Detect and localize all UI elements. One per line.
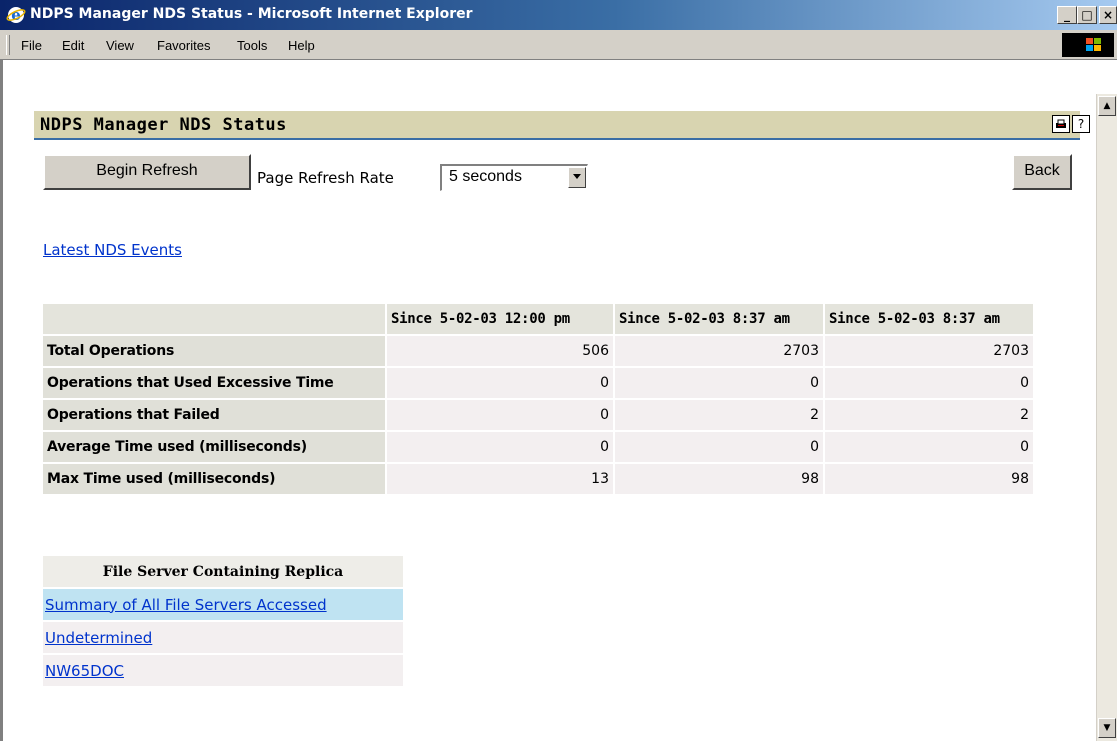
row-label: Total Operations — [43, 336, 385, 366]
latest-nds-events-link[interactable]: Latest NDS Events — [43, 241, 182, 259]
table-cell: 13 — [387, 464, 613, 494]
minimize-button[interactable]: _ — [1057, 6, 1077, 24]
table-cell: 0 — [615, 432, 823, 462]
column-header: Since 5-02-03 12:00 pm — [387, 304, 613, 334]
table-row: Total Operations 506 2703 2703 — [43, 336, 1033, 366]
menu-favorites[interactable]: Favorites — [157, 38, 210, 53]
refresh-rate-value: 5 seconds — [449, 168, 522, 185]
table-row: Average Time used (milliseconds) 0 0 0 — [43, 432, 1033, 462]
table-cell: 2 — [825, 400, 1033, 430]
menu-tools[interactable]: Tools — [237, 38, 267, 53]
dropdown-arrow-icon[interactable] — [568, 167, 586, 188]
table-cell: 506 — [387, 336, 613, 366]
windows-flag-icon — [1086, 38, 1101, 51]
server-row-summary: Summary of All File Servers Accessed — [43, 589, 403, 620]
table-cell: 98 — [615, 464, 823, 494]
nw65doc-server-link[interactable]: NW65DOC — [45, 662, 124, 680]
refresh-rate-label: Page Refresh Rate — [257, 169, 394, 187]
server-row-nw65doc: NW65DOC — [43, 655, 403, 686]
table-cell: 2703 — [825, 336, 1033, 366]
scroll-down-button[interactable]: ▼ — [1098, 718, 1116, 738]
row-label: Operations that Used Excessive Time — [43, 368, 385, 398]
row-label: Max Time used (milliseconds) — [43, 464, 385, 494]
file-server-table: File Server Containing Replica Summary o… — [41, 554, 405, 688]
help-icon[interactable]: ? — [1072, 115, 1090, 133]
table-cell: 0 — [825, 368, 1033, 398]
scroll-up-button[interactable]: ▲ — [1098, 96, 1116, 116]
table-row: Max Time used (milliseconds) 13 98 98 — [43, 464, 1033, 494]
window-title-bar[interactable]: e NDPS Manager NDS Status - Microsoft In… — [0, 0, 1117, 30]
refresh-rate-select[interactable]: 5 seconds — [440, 164, 588, 191]
nds-stats-table: Since 5-02-03 12:00 pm Since 5-02-03 8:3… — [41, 302, 1035, 496]
row-label: Average Time used (milliseconds) — [43, 432, 385, 462]
back-button[interactable]: Back — [1012, 154, 1072, 190]
menu-view[interactable]: View — [106, 38, 134, 53]
table-row: Operations that Failed 0 2 2 — [43, 400, 1033, 430]
list-item: Undetermined — [43, 622, 403, 653]
table-cell: 98 — [825, 464, 1033, 494]
page-title: NDPS Manager NDS Status — [40, 115, 287, 135]
menu-edit[interactable]: Edit — [62, 38, 84, 53]
toolbar-grip[interactable] — [6, 35, 10, 55]
menu-help[interactable]: Help — [288, 38, 315, 53]
list-item: Summary of All File Servers Accessed — [43, 589, 403, 620]
column-header: Since 5-02-03 8:37 am — [615, 304, 823, 334]
internet-explorer-icon: e — [6, 6, 26, 24]
svg-text:e: e — [11, 6, 21, 24]
column-header: File Server Containing Replica — [43, 556, 403, 587]
row-label: Operations that Failed — [43, 400, 385, 430]
column-header: Since 5-02-03 8:37 am — [825, 304, 1033, 334]
table-cell: 0 — [387, 400, 613, 430]
page-header: NDPS Manager NDS Status ? — [34, 111, 1090, 140]
server-row-undetermined: Undetermined — [43, 622, 403, 653]
vertical-scrollbar[interactable]: ▲ ▼ — [1096, 94, 1117, 741]
table-cell: 0 — [615, 368, 823, 398]
table-cell: 2 — [615, 400, 823, 430]
stats-header-row: Since 5-02-03 12:00 pm Since 5-02-03 8:3… — [43, 304, 1033, 334]
maximize-button[interactable]: □ — [1077, 6, 1097, 24]
summary-all-servers-link[interactable]: Summary of All File Servers Accessed — [45, 596, 327, 614]
table-cell: 0 — [387, 368, 613, 398]
table-cell: 0 — [825, 432, 1033, 462]
table-row: Operations that Used Excessive Time 0 0 … — [43, 368, 1033, 398]
table-cell: 0 — [387, 432, 613, 462]
menu-bar: File Edit View Favorites Tools Help — [0, 30, 1117, 60]
windows-logo — [1062, 33, 1114, 57]
table-cell: 2703 — [615, 336, 823, 366]
page-left-border — [0, 60, 3, 741]
window-title: NDPS Manager NDS Status - Microsoft Inte… — [30, 6, 473, 22]
begin-refresh-button[interactable]: Begin Refresh — [43, 154, 251, 190]
printer-icon[interactable] — [1052, 115, 1070, 133]
menu-file[interactable]: File — [21, 38, 42, 53]
close-button[interactable]: × — [1099, 6, 1117, 24]
servers-header-row: File Server Containing Replica — [43, 556, 403, 587]
undetermined-server-link[interactable]: Undetermined — [45, 629, 152, 647]
stats-corner-cell — [43, 304, 385, 334]
list-item: NW65DOC — [43, 655, 403, 686]
